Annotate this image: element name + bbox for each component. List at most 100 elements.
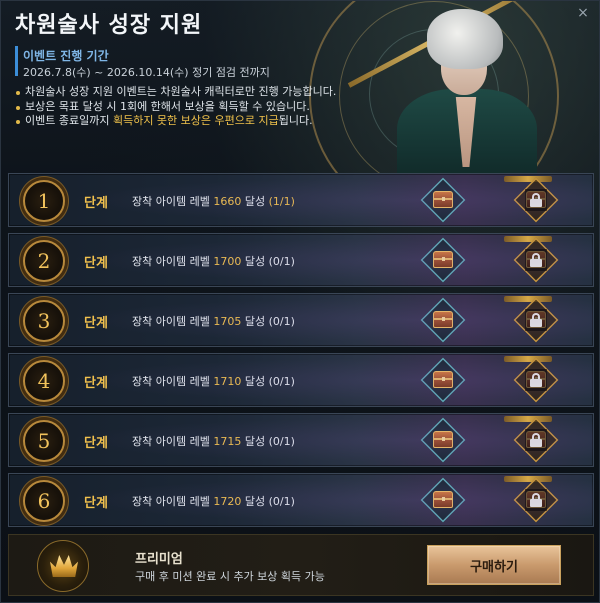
note-text: 이벤트 종료일까지 [25,114,113,127]
desc-text: 장착 아이템 레벨 [132,315,214,328]
desc-text: 달성 [241,195,269,208]
note-text: 됩니다. [278,114,313,127]
stage-label: 단계 [84,196,108,211]
period-accent-bar [15,46,18,76]
ribbon-decoration [504,176,552,182]
stage-label: 단계 [84,316,108,331]
ribbon-decoration [504,416,552,422]
stage-progress: (0/1) [268,315,295,328]
desc-text: 달성 [241,375,269,388]
note-item: 보상은 목표 달성 시 1회에 한해서 보상을 획득할 수 있습니다. [15,100,336,115]
basic-reward-slot[interactable] [420,297,466,343]
stage-progress: (1/1) [268,195,295,208]
stage-row: 3 단계 장착 아이템 레벨 1705 달성 (0/1) [8,293,594,347]
item-level: 1700 [213,255,242,268]
item-level: 1720 [213,495,242,508]
treasure-chest-icon [433,371,453,388]
premium-reward-slot[interactable] [504,356,559,403]
stage-description: 장착 아이템 레벨 1660 달성 (1/1) [132,193,295,209]
stage-label: 단계 [84,256,108,271]
treasure-chest-icon [433,311,453,328]
basic-reward-slot[interactable] [420,357,466,403]
premium-section: 프리미엄 구매 후 미션 완료 시 추가 보상 획득 가능 구매하기 [8,534,594,596]
lock-icon [530,253,542,267]
ribbon-decoration [504,296,552,302]
desc-text: 장착 아이템 레벨 [132,435,214,448]
stage-number: 6 [37,489,51,513]
desc-text: 달성 [241,315,269,328]
note-item: 이벤트 종료일까지 획득하지 못한 보상은 우편으로 지급됩니다. [15,114,336,129]
basic-reward-slot[interactable] [420,237,466,283]
stage-description: 장착 아이템 레벨 1710 달성 (0/1) [132,373,295,389]
item-level: 1705 [213,315,242,328]
stage-progress: (0/1) [268,495,295,508]
treasure-chest-icon [433,191,453,208]
desc-text: 장착 아이템 레벨 [132,195,214,208]
lock-icon [530,313,542,327]
basic-reward-slot[interactable] [420,417,466,463]
stage-progress: (0/1) [268,435,295,448]
stage-label: 단계 [84,496,108,511]
premium-reward-slot[interactable] [504,296,559,343]
premium-reward-slot[interactable] [504,236,559,283]
page-title: 차원술사 성장 지원 [15,13,203,38]
stage-row: 1 단계 장착 아이템 레벨 1660 달성 (1/1) [8,173,594,227]
stage-row: 2 단계 장착 아이템 레벨 1700 달성 (0/1) [8,233,594,287]
stage-description: 장착 아이템 레벨 1705 달성 (0/1) [132,313,295,329]
desc-text: 장착 아이템 레벨 [132,255,214,268]
item-level: 1710 [213,375,242,388]
desc-text: 장착 아이템 레벨 [132,495,214,508]
stage-progress: (0/1) [268,375,295,388]
treasure-chest-icon [433,431,453,448]
event-window: × 차원술사 성장 지원 이벤트 진행 기간 2026.7.8(수) ~ 202… [0,0,600,603]
premium-reward-slot[interactable] [504,416,559,463]
stage-list: 1 단계 장착 아이템 레벨 1660 달성 (1/1) 2 단계 장착 아이템… [8,173,594,533]
desc-text: 달성 [241,255,269,268]
stage-number-medal: 4 [23,360,65,402]
treasure-chest-icon [433,251,453,268]
event-period-title: 이벤트 진행 기간 [23,49,109,63]
buy-button[interactable]: 구매하기 [427,545,561,585]
stage-label: 단계 [84,436,108,451]
stage-number-medal: 5 [23,420,65,462]
basic-reward-slot[interactable] [420,477,466,523]
premium-crown-emblem [37,540,89,592]
premium-reward-slot[interactable] [504,476,559,523]
lock-icon [530,193,542,207]
stage-number: 2 [37,249,51,273]
lock-icon [530,433,542,447]
crown-icon [50,555,78,577]
premium-description: 구매 후 미션 완료 시 추가 보상 획득 가능 [135,570,325,583]
stage-row: 6 단계 장착 아이템 레벨 1720 달성 (0/1) [8,473,594,527]
item-level: 1660 [213,195,242,208]
event-period-value: 2026.7.8(수) ~ 2026.10.14(수) 정기 점검 전까지 [23,66,270,79]
ribbon-decoration [504,356,552,362]
stage-number: 5 [37,429,51,453]
ribbon-decoration [504,236,552,242]
desc-text: 달성 [241,435,269,448]
desc-text: 장착 아이템 레벨 [132,375,214,388]
stage-description: 장착 아이템 레벨 1700 달성 (0/1) [132,253,295,269]
stage-number-medal: 2 [23,240,65,282]
stage-number-medal: 3 [23,300,65,342]
desc-text: 달성 [241,495,269,508]
stage-row: 4 단계 장착 아이템 레벨 1710 달성 (0/1) [8,353,594,407]
ribbon-decoration [504,476,552,482]
lock-icon [530,493,542,507]
character-hair [427,9,503,69]
stage-number: 1 [37,189,51,213]
stage-number: 3 [37,309,51,333]
premium-reward-slot[interactable] [504,176,559,223]
stage-number: 4 [37,369,51,393]
lock-icon [530,373,542,387]
stage-progress: (0/1) [268,255,295,268]
premium-title: 프리미엄 [135,552,183,567]
basic-reward-slot[interactable] [420,177,466,223]
close-button[interactable]: × [575,5,591,21]
stage-number-medal: 6 [23,480,65,522]
stage-description: 장착 아이템 레벨 1720 달성 (0/1) [132,493,295,509]
stage-description: 장착 아이템 레벨 1715 달성 (0/1) [132,433,295,449]
stage-row: 5 단계 장착 아이템 레벨 1715 달성 (0/1) [8,413,594,467]
treasure-chest-icon [433,491,453,508]
note-item: 차원술사 성장 지원 이벤트는 차원술사 캐릭터로만 진행 가능합니다. [15,85,336,100]
